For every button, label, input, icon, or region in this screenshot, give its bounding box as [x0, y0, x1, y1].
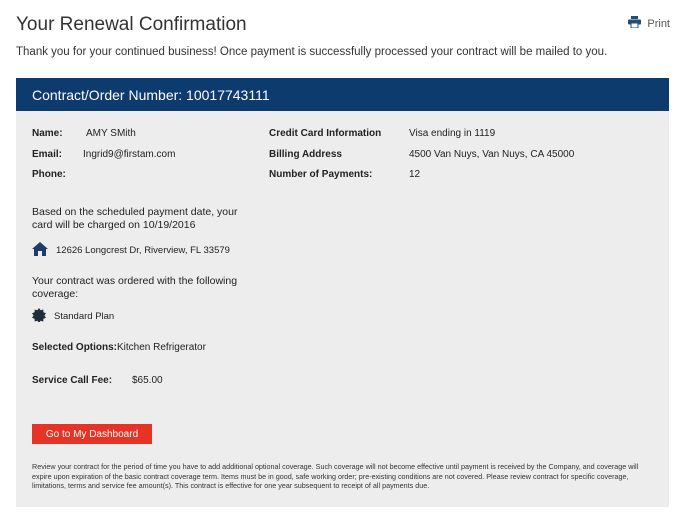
payments-label: Number of Payments:	[269, 169, 373, 180]
go-to-dashboard-button[interactable]: Go to My Dashboard	[32, 424, 152, 444]
plan-name: Standard Plan	[54, 311, 115, 322]
fee-label: Service Call Fee:	[32, 375, 113, 386]
print-link[interactable]: Print	[628, 16, 670, 31]
disclaimer-text: Review your contract for the period of t…	[32, 462, 639, 490]
options-row: Selected Options:Kitchen Refrigerator	[32, 342, 206, 353]
email-label: Email:	[32, 149, 63, 160]
page-title: Your Renewal Confirmation	[16, 14, 247, 35]
billing-label: Billing Address	[269, 149, 342, 160]
fee-row: Service Call Fee: $65.00	[32, 375, 163, 386]
phone-row: Phone:	[32, 169, 66, 180]
payments-value: 12	[409, 169, 421, 180]
print-label[interactable]: Print	[647, 18, 670, 30]
payments-row: Number of Payments: 12	[269, 169, 420, 180]
home-icon	[32, 242, 56, 259]
options-label: Selected Options:	[32, 342, 118, 353]
property-address: 12626 Longcrest Dr, Riverview, FL 33579	[32, 242, 230, 259]
plan-line: Standard Plan	[32, 308, 114, 325]
card-info-value: Visa ending in 1119	[409, 128, 496, 139]
name-row: Name: AMY SMith	[32, 128, 136, 139]
billing-row: Billing Address 4500 Van Nuys, Van Nuys,…	[269, 149, 574, 160]
card-info-row: Credit Card Information Visa ending in 1…	[269, 128, 495, 139]
thanks-message: Thank you for your continued business! O…	[16, 46, 608, 58]
phone-label: Phone:	[32, 169, 66, 180]
billing-value: 4500 Van Nuys, Van Nuys, CA 45000	[409, 149, 575, 160]
charge-line-1: Based on the scheduled payment date, you…	[32, 206, 238, 218]
charge-date-text: Based on the scheduled payment date, you…	[32, 206, 237, 232]
coverage-line-1: Your contract was ordered with the follo…	[32, 275, 238, 287]
contract-number-header: Contract/Order Number: 10017743111	[16, 78, 669, 111]
confirmation-card: Contract/Order Number: 10017743111 Name:…	[16, 78, 669, 507]
email-row: Email: Ingrid9@firstam.com	[32, 149, 175, 160]
property-address-text: 12626 Longcrest Dr, Riverview, FL 33579	[56, 245, 230, 256]
printer-icon	[628, 16, 642, 31]
name-label: Name:	[32, 128, 63, 139]
fee-value: $65.00	[132, 375, 163, 386]
coverage-text: Your contract was ordered with the follo…	[32, 275, 237, 301]
card-info-label: Credit Card Information	[269, 128, 382, 139]
email-value: Ingrid9@firstam.com	[83, 149, 176, 160]
charge-line-2: card will be charged on 10/19/2016	[32, 219, 196, 231]
badge-icon	[32, 308, 54, 325]
coverage-line-2: coverage:	[32, 288, 79, 300]
options-value: Kitchen Refrigerator	[117, 342, 206, 353]
name-value: AMY SMith	[86, 128, 136, 139]
